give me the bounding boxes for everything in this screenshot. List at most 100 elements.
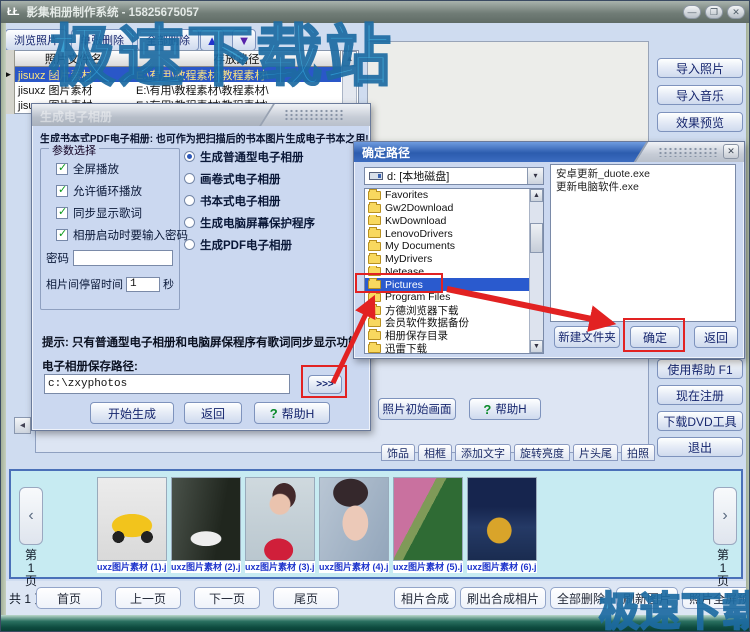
window-titlebar: ŁŁ 影集相册制作系统 - 15825675057 — ❐ ✕ [1, 1, 750, 23]
thumbnails-next-button[interactable]: › [713, 487, 737, 545]
thumbnail-item[interactable]: uxz图片素材 (2).j [171, 477, 241, 573]
radio-unselected-icon[interactable] [184, 239, 195, 250]
bottom-action-button-5[interactable]: 照片全屏预览 [682, 587, 750, 609]
browse-path-button[interactable]: >>> [308, 375, 342, 394]
folder-name: Netease [385, 266, 424, 278]
folder-item[interactable]: Pictures [365, 278, 529, 291]
tab-6[interactable]: 拍照 [621, 444, 655, 461]
bottom-nav-button-4[interactable]: 尾页 [273, 587, 339, 609]
confirm-button[interactable]: 确定 [630, 326, 680, 348]
table-row[interactable]: jisuxz 图片素材E:\有用\教程素材\教程素材\ [15, 82, 341, 97]
radio-row: 生成电脑屏幕保护程序 [184, 216, 315, 229]
tab-3[interactable]: 添加文字 [455, 444, 511, 461]
album-help-button[interactable]: ?帮助H [254, 402, 330, 424]
folder-scroll-up-icon[interactable]: ▲ [530, 189, 543, 202]
bottom-nav-button-2[interactable]: 上一页 [115, 587, 181, 609]
folder-item[interactable]: KwDownload [365, 215, 529, 228]
thumbnail-item[interactable]: uxz图片素材 (5).j [393, 477, 463, 573]
right-button-3[interactable]: 效果预览 [657, 112, 743, 132]
password-field[interactable] [73, 250, 173, 266]
toolbar-button-2[interactable]: 单张删除 [71, 29, 133, 51]
move-down-button[interactable]: ▼ [232, 29, 256, 51]
tab-1[interactable]: 饰品 [381, 444, 415, 461]
right-button-bottom-2[interactable]: 现在注册 [657, 385, 743, 405]
path-dialog-titlebar[interactable]: 确定路径 ✕ [354, 142, 744, 162]
table-row[interactable]: jisuxz 图片素材E:\有用\教程素材\教程素材\ [15, 67, 341, 82]
maximize-button[interactable]: ❐ [705, 5, 723, 19]
toolbar-button-3[interactable]: 全部删除 [137, 29, 199, 51]
bottom-action-button-4[interactable]: 刷新图片 [616, 587, 678, 609]
checkbox-checked-icon[interactable] [56, 185, 68, 197]
folder-list-scrollbar[interactable]: ▲ ▼ [529, 189, 543, 353]
folder-scroll-thumb[interactable] [530, 223, 543, 253]
folder-item[interactable]: Favorites [365, 189, 529, 202]
checkbox-checked-icon[interactable] [56, 163, 68, 175]
page-label-left: 第1页 [23, 549, 39, 588]
thumbnail-item[interactable]: uxz图片素材 (1).j [97, 477, 167, 573]
photo-initial-view-button[interactable]: 照片初始画面 [378, 398, 456, 420]
folder-scroll-down-icon[interactable]: ▼ [530, 340, 543, 353]
file-item[interactable]: 更新电脑软件.exe [556, 181, 730, 194]
tab-4[interactable]: 旋转亮度 [514, 444, 570, 461]
checkbox-checked-icon[interactable] [56, 207, 68, 219]
folder-item[interactable]: MyDrivers [365, 253, 529, 266]
right-button-1[interactable]: 导入照片 [657, 58, 743, 78]
folder-icon [368, 204, 381, 213]
right-button-bottom-1[interactable]: 使用帮助 F1 [657, 359, 743, 379]
toolbar-button-1[interactable]: 浏览照片 [5, 29, 67, 51]
folder-item[interactable]: Program Files [365, 291, 529, 304]
album-dialog-titlebar[interactable]: 生成电子相册 [32, 104, 370, 126]
drive-select[interactable]: d: [本地磁盘] ▾ [364, 167, 544, 185]
right-button-bottom-4[interactable]: 退出 [657, 437, 743, 457]
folder-item[interactable]: 相册保存目录 [365, 329, 529, 342]
table-header-path[interactable]: 存放路径 [133, 51, 341, 67]
minimize-button[interactable]: — [683, 5, 701, 19]
thumbnails-prev-button[interactable]: ‹ [19, 487, 43, 545]
move-up-button[interactable]: ▲ [200, 29, 224, 51]
bottom-action-button-3[interactable]: 全部删除 [550, 587, 612, 609]
thumbnail-item[interactable]: uxz图片素材 (6).j [467, 477, 537, 573]
thumbnail-image [393, 477, 463, 561]
folder-item[interactable]: 迅雷下载 [365, 342, 529, 355]
radio-unselected-icon[interactable] [184, 195, 195, 206]
tab-2[interactable]: 相框 [418, 444, 452, 461]
right-button-2[interactable]: 导入音乐 [657, 85, 743, 105]
close-button[interactable]: ✕ [727, 5, 745, 19]
cell-filename: jisuxz 图片素材 [15, 67, 133, 82]
folder-item[interactable]: My Documents [365, 240, 529, 253]
tip-text: 提示: 只有普通型电子相册和电脑屏保程序有歌词同步显示功能! [42, 334, 363, 350]
cell-filename: jisuxz 图片素材 [15, 82, 133, 97]
checkbox-checked-icon[interactable] [56, 229, 68, 241]
right-button-bottom-3[interactable]: 下载DVD工具 [657, 411, 743, 431]
thumbnail-item[interactable]: uxz图片素材 (3).j [245, 477, 315, 573]
radio-selected-icon[interactable] [184, 151, 195, 162]
thumbnail-item[interactable]: uxz图片素材 (4).j [319, 477, 389, 573]
path-back-button[interactable]: 返回 [694, 326, 738, 348]
checkbox-row: 全屏播放 [56, 162, 188, 175]
radio-unselected-icon[interactable] [184, 217, 195, 228]
start-generate-button[interactable]: 开始生成 [90, 402, 174, 424]
folder-item[interactable]: Gw2Download [365, 202, 529, 215]
folder-item[interactable]: 会员软件数据备份 [365, 317, 529, 330]
folder-item[interactable]: 方德浏览器下载 [365, 304, 529, 317]
table-scroll-up-button[interactable]: ▲ [342, 51, 357, 66]
folder-item[interactable]: LenovoDrivers [365, 227, 529, 240]
path-dialog-close-icon[interactable]: ✕ [723, 144, 739, 159]
interval-field[interactable] [126, 277, 160, 292]
new-folder-button[interactable]: 新建文件夹 [554, 326, 620, 348]
file-item[interactable]: 安卓更新_duote.exe [556, 168, 730, 181]
bottom-action-button-2[interactable]: 刷出合成相片 [460, 587, 546, 609]
table-scroll-left-button[interactable]: ◂ [14, 417, 31, 434]
tab-5[interactable]: 片头尾 [573, 444, 618, 461]
folder-item[interactable]: Netease [365, 266, 529, 279]
cell-path: E:\有用\教程素材\教程素材\ [133, 67, 341, 82]
radio-unselected-icon[interactable] [184, 173, 195, 184]
album-back-button[interactable]: 返回 [184, 402, 242, 424]
bottom-action-button-1[interactable]: 相片合成 [394, 587, 456, 609]
table-header-filename[interactable]: 照片文件名 [15, 51, 133, 67]
bottom-nav-button-3[interactable]: 下一页 [194, 587, 260, 609]
save-path-field[interactable] [44, 374, 290, 394]
panel-help-button[interactable]: ?帮助H [469, 398, 541, 420]
drive-dropdown-arrow-icon[interactable]: ▾ [527, 168, 543, 184]
bottom-nav-button-1[interactable]: 首页 [36, 587, 102, 609]
